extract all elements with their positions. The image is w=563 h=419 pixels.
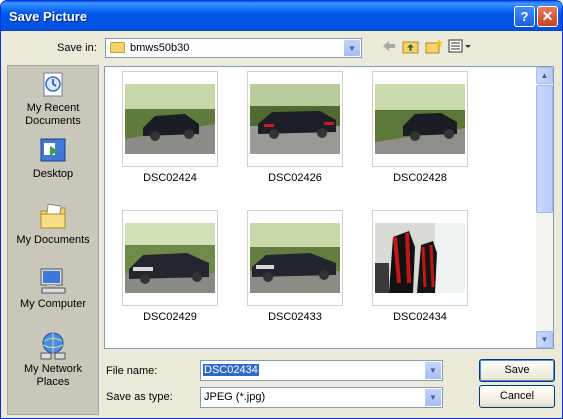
desktop-icon bbox=[38, 136, 68, 166]
car-photo-icon bbox=[250, 84, 340, 154]
place-desktop[interactable]: Desktop bbox=[8, 136, 98, 181]
file-name[interactable]: DSC02424 bbox=[110, 172, 230, 184]
place-label: My Documents bbox=[16, 234, 90, 246]
network-places-icon bbox=[38, 331, 68, 361]
new-folder-icon[interactable] bbox=[424, 39, 444, 57]
chevron-down-icon[interactable]: ▼ bbox=[424, 362, 441, 379]
file-thumbnail[interactable] bbox=[372, 71, 468, 167]
file-thumbnail[interactable] bbox=[122, 71, 218, 167]
chevron-down-icon[interactable]: ▼ bbox=[424, 389, 441, 406]
file-name-label: File name: bbox=[106, 365, 158, 377]
file-name[interactable]: DSC02426 bbox=[235, 172, 355, 184]
car-photo-icon bbox=[250, 223, 340, 293]
save-button[interactable]: Save bbox=[479, 359, 555, 382]
place-label: My Network Places bbox=[23, 363, 83, 388]
my-documents-icon bbox=[38, 202, 68, 232]
save-in-label: Save in: bbox=[57, 42, 97, 54]
save-picture-dialog: Save Picture ? ✕ Save in: bmws50b30 ▼ My… bbox=[0, 0, 563, 419]
file-name[interactable]: DSC02429 bbox=[110, 311, 230, 323]
places-bar: My Recent Documents Desktop My Documents… bbox=[7, 65, 99, 415]
file-name-value[interactable]: DSC02434 bbox=[203, 364, 259, 376]
cancel-button[interactable]: Cancel bbox=[479, 385, 555, 408]
place-label: My Recent Documents bbox=[25, 102, 81, 127]
place-my-computer[interactable]: My Computer bbox=[8, 266, 98, 311]
views-menu-icon[interactable] bbox=[447, 39, 473, 57]
back-icon[interactable] bbox=[379, 39, 399, 57]
place-my-network-places[interactable]: My Network Places bbox=[8, 331, 98, 389]
vertical-scrollbar[interactable]: ▲ ▼ bbox=[536, 67, 553, 348]
scroll-up-icon[interactable]: ▲ bbox=[536, 67, 553, 84]
chevron-down-icon[interactable]: ▼ bbox=[343, 40, 360, 56]
place-my-documents[interactable]: My Documents bbox=[8, 202, 98, 247]
my-computer-icon bbox=[38, 266, 68, 296]
file-name[interactable]: DSC02428 bbox=[360, 172, 480, 184]
help-button[interactable]: ? bbox=[514, 6, 535, 27]
window-title: Save Picture bbox=[9, 9, 88, 24]
place-label: My Computer bbox=[19, 298, 87, 310]
file-thumbnail-view[interactable]: DSC02424 DSC02426 DSC02428 DSC02429 DSC0… bbox=[104, 66, 554, 349]
title-bar[interactable]: Save Picture ? ✕ bbox=[1, 1, 562, 31]
recent-documents-icon bbox=[38, 70, 68, 100]
up-folder-icon[interactable] bbox=[401, 39, 421, 57]
file-name-input[interactable]: DSC02434 ▼ bbox=[200, 360, 443, 381]
car-photo-icon bbox=[375, 223, 465, 293]
file-thumbnail[interactable] bbox=[372, 210, 468, 306]
place-label: Desktop bbox=[32, 168, 74, 180]
save-in-dropdown[interactable]: bmws50b30 ▼ bbox=[105, 38, 362, 58]
file-thumbnail[interactable] bbox=[122, 210, 218, 306]
place-my-recent-documents[interactable]: My Recent Documents bbox=[8, 70, 98, 128]
save-as-type-value: JPEG (*.jpg) bbox=[204, 391, 266, 403]
car-photo-icon bbox=[125, 223, 215, 293]
save-in-folder: bmws50b30 bbox=[130, 42, 190, 54]
folder-icon bbox=[110, 42, 125, 53]
scroll-thumb[interactable] bbox=[536, 85, 553, 213]
file-name[interactable]: DSC02434 bbox=[360, 311, 480, 323]
car-photo-icon bbox=[125, 84, 215, 154]
car-photo-icon bbox=[375, 84, 465, 154]
file-thumbnail[interactable] bbox=[247, 210, 343, 306]
file-name[interactable]: DSC02433 bbox=[235, 311, 355, 323]
scroll-down-icon[interactable]: ▼ bbox=[536, 331, 553, 348]
save-as-type-dropdown[interactable]: JPEG (*.jpg) ▼ bbox=[200, 387, 443, 408]
close-button[interactable]: ✕ bbox=[537, 6, 558, 27]
save-as-type-label: Save as type: bbox=[106, 391, 173, 403]
file-thumbnail[interactable] bbox=[247, 71, 343, 167]
